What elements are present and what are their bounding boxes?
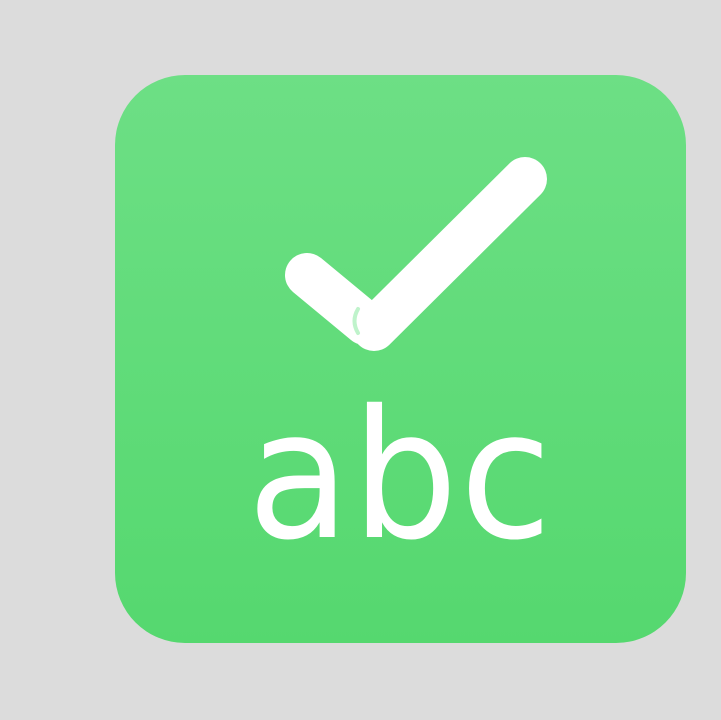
icon-text: abc — [247, 372, 554, 579]
app-icon: abc — [115, 75, 686, 643]
